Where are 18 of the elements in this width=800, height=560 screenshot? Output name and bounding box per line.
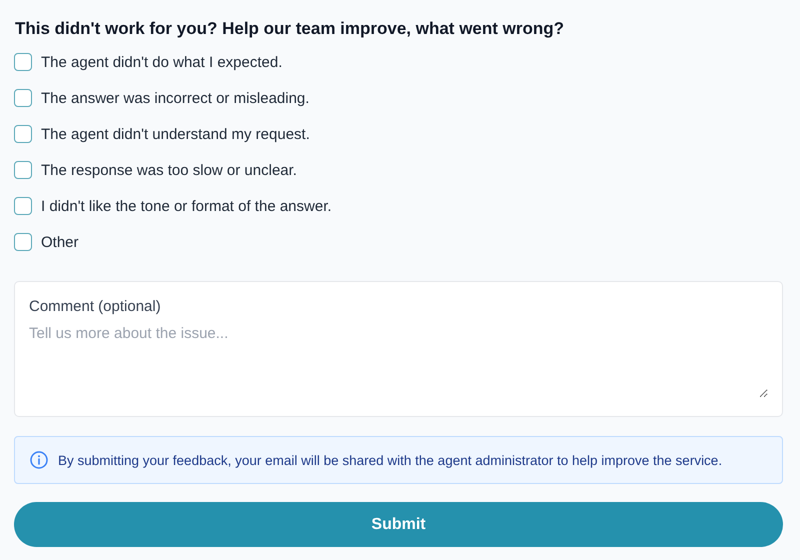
comment-field[interactable]: Comment (optional) Tell us more about the issue... bbox=[14, 281, 783, 417]
option-label[interactable]: The answer was incorrect or misleading. bbox=[41, 90, 310, 106]
submit-button[interactable]: Submit bbox=[14, 502, 783, 547]
checkbox[interactable] bbox=[14, 197, 32, 215]
checkbox[interactable] bbox=[14, 89, 32, 107]
info-icon bbox=[30, 451, 48, 469]
option-label[interactable]: The agent didn't understand my request. bbox=[41, 126, 310, 142]
comment-label: Comment (optional) bbox=[29, 298, 162, 315]
option-label[interactable]: Other bbox=[41, 234, 79, 250]
checkbox[interactable] bbox=[14, 233, 32, 251]
option-label[interactable]: I didn't like the tone or format of the answer. bbox=[41, 198, 332, 214]
checkbox[interactable] bbox=[14, 161, 32, 179]
checkbox[interactable] bbox=[14, 53, 32, 71]
form-heading: This didn't work for you? Help our team improve, what went wrong? bbox=[14, 19, 566, 39]
notice-text: By submitting your feedback, your email will be shared with the agent administrator to help improve the service. bbox=[58, 452, 722, 468]
checkbox[interactable] bbox=[14, 125, 32, 143]
option-label[interactable]: The agent didn't do what I expected. bbox=[41, 54, 282, 70]
option-label[interactable]: The response was too slow or unclear. bbox=[41, 162, 297, 178]
